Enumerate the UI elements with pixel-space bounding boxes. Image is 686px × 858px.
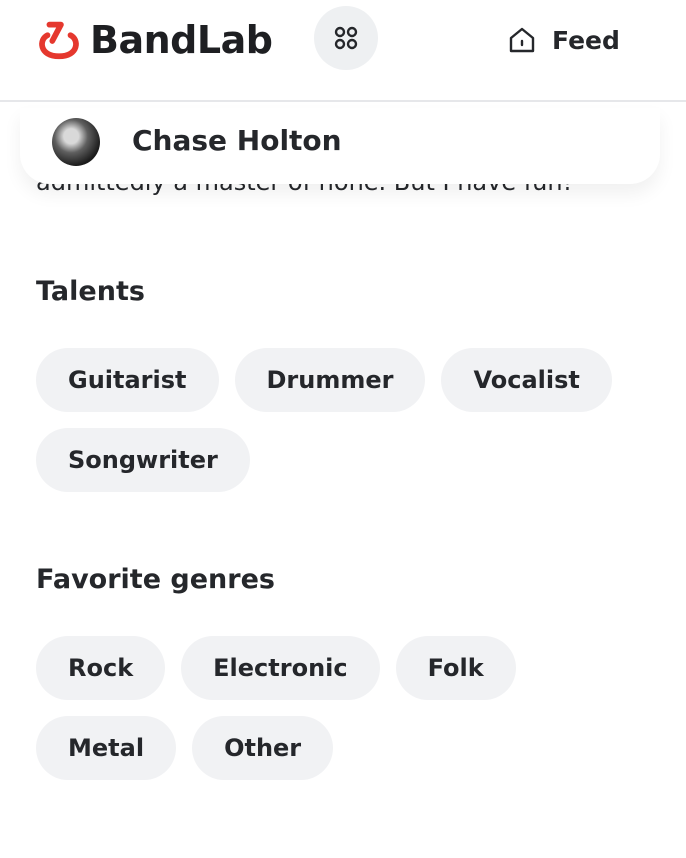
talent-chip[interactable]: Vocalist [441,348,612,412]
profile-name: Chase Holton [132,124,342,157]
talent-chip[interactable]: Drummer [234,348,426,412]
genres-heading: Favorite genres [36,564,275,595]
home-icon [509,27,535,53]
talents-heading: Talents [36,276,145,307]
apps-menu-button[interactable] [314,6,378,70]
genre-chip[interactable]: Electronic [181,636,380,700]
top-navigation-bar: BandLab Feed [0,0,686,102]
feed-label: Feed [552,25,620,55]
feed-link[interactable]: Feed [506,20,620,60]
talent-chip[interactable]: Guitarist [36,348,219,412]
bandlab-logo[interactable]: BandLab [36,14,273,66]
talents-chip-list: Guitarist Drummer Vocalist Songwriter [36,348,656,492]
talent-chip[interactable]: Songwriter [36,428,250,492]
bandlab-logo-icon [39,21,79,60]
apps-grid-icon [334,26,358,50]
genre-chip[interactable]: Metal [36,716,177,780]
avatar[interactable] [52,118,100,166]
profile-sticky-header: Chase Holton [20,108,660,184]
genres-chip-list: Rock Electronic Folk Metal Other [36,636,656,780]
genre-chip[interactable]: Folk [395,636,516,700]
genre-chip[interactable]: Rock [36,636,166,700]
genre-chip[interactable]: Other [192,716,334,780]
brand-name: BandLab [90,18,273,62]
